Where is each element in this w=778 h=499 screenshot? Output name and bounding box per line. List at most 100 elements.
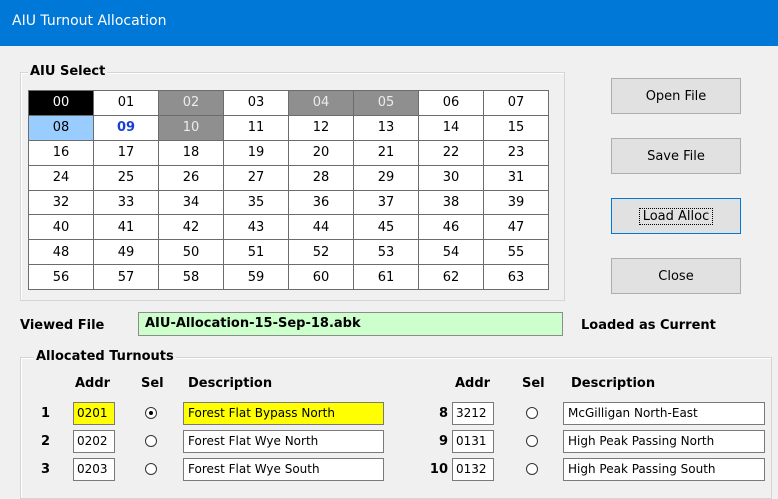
viewed-file-field[interactable]: AIU-Allocation-15-Sep-18.abk (138, 312, 563, 336)
description-field[interactable]: High Peak Passing North (563, 430, 765, 453)
aiu-cell[interactable]: 29 (354, 165, 418, 190)
aiu-cell[interactable]: 03 (224, 91, 288, 115)
addr-field[interactable]: 0203 (73, 458, 115, 481)
description-field[interactable]: McGilligan North-East (563, 402, 765, 425)
aiu-cell[interactable]: 20 (289, 140, 353, 165)
aiu-cell[interactable]: 32 (29, 190, 93, 215)
addr-field[interactable]: 3212 (452, 402, 494, 425)
aiu-cell[interactable]: 55 (484, 240, 548, 265)
addr-field[interactable]: 0131 (452, 430, 494, 453)
aiu-cell[interactable]: 06 (419, 91, 483, 115)
aiu-cell[interactable]: 49 (94, 240, 158, 265)
sel-radio[interactable] (145, 463, 157, 475)
aiu-cell[interactable]: 21 (354, 140, 418, 165)
row-number: 8 (438, 406, 448, 421)
sel-radio[interactable] (526, 435, 538, 447)
aiu-cell[interactable]: 59 (224, 265, 288, 289)
aiu-cell[interactable]: 01 (94, 91, 158, 115)
aiu-cell[interactable]: 33 (94, 190, 158, 215)
aiu-cell[interactable]: 35 (224, 190, 288, 215)
aiu-cell[interactable]: 10 (159, 115, 223, 140)
aiu-cell[interactable]: 47 (484, 215, 548, 240)
row-number: 2 (40, 434, 50, 449)
aiu-cell[interactable]: 52 (289, 240, 353, 265)
aiu-cell[interactable]: 34 (159, 190, 223, 215)
load-alloc-button[interactable]: Load Alloc (611, 198, 741, 234)
addr-field[interactable]: 0132 (452, 458, 494, 481)
aiu-cell[interactable]: 18 (159, 140, 223, 165)
aiu-cell[interactable]: 50 (159, 240, 223, 265)
aiu-cell[interactable]: 14 (419, 115, 483, 140)
aiu-cell[interactable]: 22 (419, 140, 483, 165)
aiu-cell[interactable]: 62 (419, 265, 483, 289)
close-button[interactable]: Close (611, 258, 741, 294)
aiu-cell[interactable]: 41 (94, 215, 158, 240)
aiu-cell[interactable]: 31 (484, 165, 548, 190)
aiu-cell[interactable]: 17 (94, 140, 158, 165)
aiu-cell[interactable]: 48 (29, 240, 93, 265)
aiu-cell[interactable]: 54 (419, 240, 483, 265)
title-bar[interactable]: AIU Turnout Allocation (0, 0, 778, 46)
aiu-cell[interactable]: 26 (159, 165, 223, 190)
aiu-cell[interactable]: 39 (484, 190, 548, 215)
aiu-cell[interactable]: 28 (289, 165, 353, 190)
window-title: AIU Turnout Allocation (12, 13, 167, 29)
sel-radio[interactable] (526, 407, 538, 419)
aiu-cell[interactable]: 56 (29, 265, 93, 289)
sel-header-left: Sel (141, 376, 164, 391)
aiu-cell[interactable]: 25 (94, 165, 158, 190)
description-field[interactable]: Forest Flat Wye North (183, 430, 384, 453)
aiu-cell[interactable]: 61 (354, 265, 418, 289)
aiu-cell[interactable]: 13 (354, 115, 418, 140)
aiu-cell[interactable]: 45 (354, 215, 418, 240)
aiu-cell[interactable]: 19 (224, 140, 288, 165)
load-alloc-label: Load Alloc (638, 207, 714, 225)
aiu-cell[interactable]: 04 (289, 91, 353, 115)
aiu-cell[interactable]: 43 (224, 215, 288, 240)
aiu-cell[interactable]: 63 (484, 265, 548, 289)
aiu-cell[interactable]: 05 (354, 91, 418, 115)
description-field[interactable]: High Peak Passing South (563, 458, 765, 481)
aiu-cell[interactable]: 37 (354, 190, 418, 215)
aiu-cell[interactable]: 23 (484, 140, 548, 165)
aiu-cell[interactable]: 24 (29, 165, 93, 190)
aiu-cell[interactable]: 60 (289, 265, 353, 289)
save-file-button[interactable]: Save File (611, 138, 741, 174)
sel-radio[interactable] (145, 407, 157, 419)
aiu-cell[interactable]: 09 (94, 115, 158, 140)
addr-header-right: Addr (455, 376, 491, 391)
aiu-cell[interactable]: 42 (159, 215, 223, 240)
aiu-cell[interactable]: 53 (354, 240, 418, 265)
description-field[interactable]: Forest Flat Wye South (183, 458, 384, 481)
aiu-cell[interactable]: 15 (484, 115, 548, 140)
aiu-cell[interactable]: 36 (289, 190, 353, 215)
loaded-status: Loaded as Current (581, 318, 716, 333)
aiu-cell[interactable]: 44 (289, 215, 353, 240)
aiu-cell[interactable]: 11 (224, 115, 288, 140)
aiu-cell[interactable]: 40 (29, 215, 93, 240)
sel-radio[interactable] (145, 435, 157, 447)
aiu-cell[interactable]: 08 (29, 115, 93, 140)
aiu-cell[interactable]: 00 (29, 91, 93, 115)
aiu-cell[interactable]: 27 (224, 165, 288, 190)
aiu-cell[interactable]: 02 (159, 91, 223, 115)
aiu-cell[interactable]: 46 (419, 215, 483, 240)
sel-radio[interactable] (526, 463, 538, 475)
aiu-cell[interactable]: 57 (94, 265, 158, 289)
aiu-cell[interactable]: 58 (159, 265, 223, 289)
addr-field[interactable]: 0201 (73, 402, 115, 425)
row-number: 1 (40, 406, 50, 421)
aiu-cell[interactable]: 30 (419, 165, 483, 190)
aiu-cell[interactable]: 12 (289, 115, 353, 140)
addr-field[interactable]: 0202 (73, 430, 115, 453)
aiu-cell[interactable]: 07 (484, 91, 548, 115)
aiu-cell[interactable]: 38 (419, 190, 483, 215)
row-number: 9 (438, 434, 448, 449)
viewed-file-label: Viewed File (20, 318, 105, 333)
open-file-button[interactable]: Open File (611, 78, 741, 114)
aiu-cell[interactable]: 51 (224, 240, 288, 265)
aiu-grid: 00 01 02 03 04 05 06 07 08 09 10 11 12 13 14 15 16 17 18 19… (28, 90, 549, 290)
aiu-select-label: AIU Select (28, 64, 108, 79)
aiu-cell[interactable]: 16 (29, 140, 93, 165)
description-field[interactable]: Forest Flat Bypass North (183, 402, 384, 425)
